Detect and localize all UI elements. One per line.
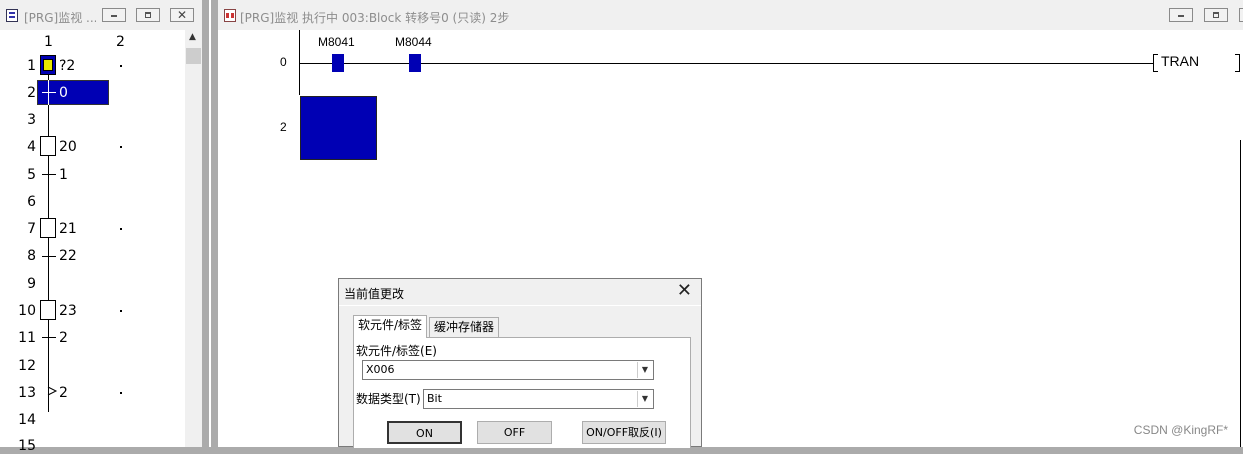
- step-label: 21: [59, 221, 77, 237]
- row-number: 6: [27, 194, 36, 210]
- scroll-thumb[interactable]: [186, 48, 201, 64]
- coil-bracket-right: [1235, 54, 1240, 72]
- row-number: 4: [27, 139, 36, 155]
- sfc-flow-line: [48, 72, 49, 412]
- minimize-button[interactable]: [102, 8, 126, 22]
- contact-label-m8044: M8044: [395, 35, 432, 49]
- dropdown-arrow-icon[interactable]: ▼: [637, 391, 652, 407]
- step-21[interactable]: [40, 218, 56, 238]
- contact-m8041[interactable]: [332, 54, 344, 72]
- maximize-icon: [137, 9, 159, 21]
- maximize-icon: [1205, 9, 1227, 21]
- data-type-combobox[interactable]: Bit ▼: [423, 389, 654, 409]
- program-icon: [6, 9, 18, 22]
- ladder-program-icon: [224, 9, 236, 22]
- initial-step-0[interactable]: [40, 55, 56, 75]
- row-number: 5: [27, 167, 36, 183]
- current-value-change-dialog: 当前值更改 ✕ 软元件/标签 缓冲存储器 软元件/标签(E) X006 ▼ 数据…: [338, 278, 702, 448]
- splitter-bar[interactable]: [209, 0, 211, 447]
- row-number: 9: [27, 276, 36, 292]
- ladder-window-title: [PRG]监视 执行中 003:Block 转移号0 (只读) 2步: [240, 11, 510, 25]
- rung-wire: [300, 63, 1153, 64]
- device-value: X006: [366, 363, 395, 376]
- tab-buffer-memory[interactable]: 缓冲存储器: [429, 317, 500, 337]
- off-button[interactable]: OFF: [477, 421, 552, 444]
- transition-tick: [42, 174, 56, 175]
- on-button[interactable]: ON: [387, 421, 462, 444]
- jump-label: 2: [59, 385, 68, 401]
- row-number: 1: [27, 58, 36, 74]
- minimize-button[interactable]: [1169, 8, 1193, 22]
- row-number: 11: [18, 330, 36, 346]
- minimize-icon: [103, 9, 125, 21]
- row-number: 12: [18, 358, 36, 374]
- column-header-2: 2: [116, 34, 125, 50]
- transition-tick: [42, 256, 56, 257]
- maximize-button[interactable]: [136, 8, 160, 22]
- transition-tick: [42, 92, 56, 93]
- row-number: 3: [27, 112, 36, 128]
- transition-label: 2: [59, 330, 68, 346]
- ladder-titlebar[interactable]: [PRG]监视 执行中 003:Block 转移号0 (只读) 2步 ✕: [218, 0, 1243, 30]
- selected-cell-cursor[interactable]: [300, 96, 377, 160]
- step-23[interactable]: [40, 300, 56, 320]
- dialog-close-button[interactable]: ✕: [677, 280, 692, 301]
- dot-marker: [120, 392, 122, 394]
- tab-device-label[interactable]: 软元件/标签: [353, 315, 428, 338]
- rung-number: 2: [280, 120, 287, 134]
- column-header-1: 1: [44, 34, 53, 50]
- maximize-button[interactable]: [1204, 8, 1228, 22]
- row-number: 14: [18, 412, 36, 428]
- jump-arrow-icon: [47, 386, 58, 396]
- watermark: CSDN @KingRF*: [1133, 423, 1228, 437]
- dot-marker: [120, 228, 122, 230]
- transition-tick: [42, 337, 56, 338]
- flow-line-selected: [48, 80, 49, 105]
- step-label: 23: [59, 303, 77, 319]
- row-number: 10: [18, 303, 36, 319]
- contact-m8044[interactable]: [409, 54, 421, 72]
- close-button[interactable]: ✕: [1239, 8, 1243, 22]
- row-number: 7: [27, 221, 36, 237]
- dialog-title-separator: [339, 305, 701, 306]
- row-number: 8: [27, 248, 36, 264]
- device-field-label: 软元件/标签(E): [356, 344, 437, 358]
- sfc-window-title: [PRG]监视 ...: [24, 11, 96, 25]
- scroll-up-icon[interactable]: ▲: [189, 32, 196, 42]
- active-step-indicator: [43, 59, 53, 71]
- step-20[interactable]: [40, 136, 56, 156]
- dot-marker: [120, 146, 122, 148]
- sfc-vertical-scrollbar[interactable]: ▲: [185, 30, 202, 447]
- coil-label: TRAN: [1161, 53, 1200, 69]
- jump-label: ?2: [59, 58, 76, 74]
- dot-marker: [120, 310, 122, 312]
- minimize-icon: [1170, 9, 1192, 21]
- dropdown-arrow-icon[interactable]: ▼: [637, 362, 652, 378]
- transition-label: 0: [59, 85, 68, 101]
- rung-number: 0: [280, 55, 287, 69]
- transition-label: 22: [59, 248, 77, 264]
- device-combobox[interactable]: X006 ▼: [362, 360, 654, 380]
- data-type-label: 数据类型(T): [356, 392, 421, 406]
- step-label: 20: [59, 139, 77, 155]
- close-button[interactable]: ✕: [170, 8, 194, 22]
- close-icon: ✕: [176, 8, 188, 22]
- toggle-button[interactable]: ON/OFF取反(I): [582, 421, 666, 444]
- data-type-value: Bit: [427, 392, 442, 405]
- coil-bracket-left: [1153, 54, 1158, 72]
- dialog-title: 当前值更改: [344, 287, 405, 301]
- row-number: 13: [18, 385, 36, 401]
- contact-label-m8041: M8041: [318, 35, 355, 49]
- transition-label: 1: [59, 167, 68, 183]
- sfc-monitor-window: [PRG]监视 ... ✕ 1 2 1 2 3 4 5 6 7 8 9 10 1…: [0, 0, 202, 454]
- dot-marker: [120, 65, 122, 67]
- row-number: 15: [18, 438, 36, 454]
- row-number: 2: [27, 85, 36, 101]
- sfc-titlebar[interactable]: [PRG]监视 ... ✕: [0, 0, 202, 30]
